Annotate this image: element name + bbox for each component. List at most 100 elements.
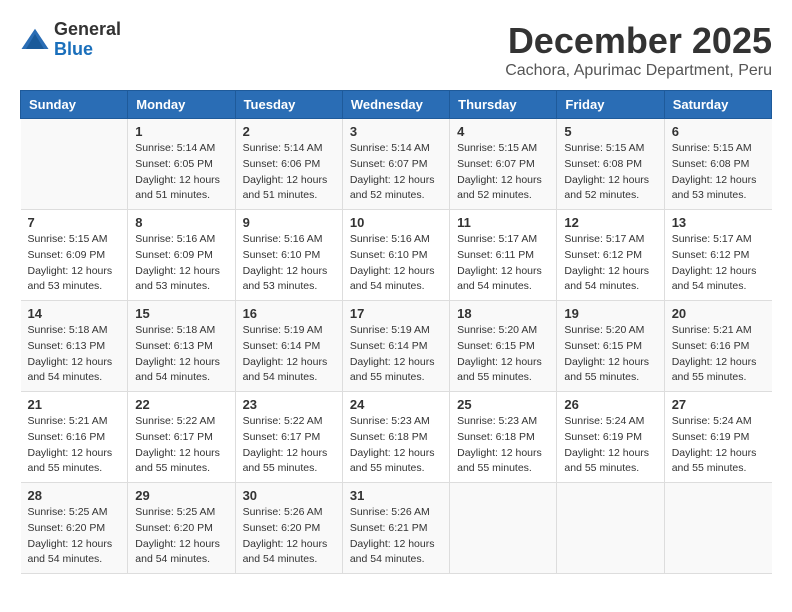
day-number: 5 bbox=[564, 124, 656, 139]
day-info: Sunrise: 5:21 AMSunset: 6:16 PMDaylight:… bbox=[28, 414, 121, 477]
calendar-cell: 25 Sunrise: 5:23 AMSunset: 6:18 PMDayligh… bbox=[450, 392, 557, 483]
calendar-body: 1Sunrise: 5:14 AMSunset: 6:05 PMDaylight… bbox=[21, 119, 772, 574]
day-info: Sunrise: 5:15 AMSunset: 6:09 PMDaylight:… bbox=[28, 232, 121, 295]
calendar-cell: 1Sunrise: 5:14 AMSunset: 6:05 PMDaylight… bbox=[128, 119, 235, 210]
day-info: Sunrise: 5:15 AMSunset: 6:08 PMDaylight:… bbox=[672, 141, 765, 204]
day-info: Sunrise: 5:20 AMSunset: 6:15 PMDaylight:… bbox=[457, 323, 549, 386]
calendar-cell: 16Sunrise: 5:19 AMSunset: 6:14 PMDayligh… bbox=[235, 301, 342, 392]
day-number: 21 bbox=[28, 397, 121, 412]
calendar-cell: 19Sunrise: 5:20 AMSunset: 6:15 PMDayligh… bbox=[557, 301, 664, 392]
calendar-week-1: 1Sunrise: 5:14 AMSunset: 6:05 PMDaylight… bbox=[21, 119, 772, 210]
calendar-cell: 17 Sunrise: 5:19 AMSunset: 6:14 PMDayligh… bbox=[342, 301, 449, 392]
calendar-cell: 7Sunrise: 5:15 AMSunset: 6:09 PMDaylight… bbox=[21, 210, 128, 301]
calendar-cell: 29 Sunrise: 5:25 AMSunset: 6:20 PMDayligh… bbox=[128, 483, 235, 574]
day-number: 26 bbox=[564, 397, 656, 412]
calendar-cell: 18Sunrise: 5:20 AMSunset: 6:15 PMDayligh… bbox=[450, 301, 557, 392]
calendar-cell: 4 Sunrise: 5:15 AMSunset: 6:07 PMDaylight… bbox=[450, 119, 557, 210]
day-number: 4 bbox=[457, 124, 549, 139]
day-info: Sunrise: 5:24 AMSunset: 6:19 PMDaylight:… bbox=[564, 414, 656, 477]
calendar-cell bbox=[557, 483, 664, 574]
col-thursday: Thursday bbox=[450, 91, 557, 119]
day-number: 22 bbox=[135, 397, 227, 412]
title-area: December 2025 Cachora, Apurimac Departme… bbox=[505, 20, 772, 80]
month-title: December 2025 bbox=[505, 20, 772, 62]
header: General Blue December 2025 Cachora, Apur… bbox=[20, 20, 772, 80]
day-info: Sunrise: 5:17 AMSunset: 6:12 PMDaylight:… bbox=[672, 232, 765, 295]
day-info: Sunrise: 5:21 AMSunset: 6:16 PMDaylight:… bbox=[672, 323, 765, 386]
day-number: 2 bbox=[243, 124, 335, 139]
calendar-cell: 9Sunrise: 5:16 AMSunset: 6:10 PMDaylight… bbox=[235, 210, 342, 301]
calendar-cell: 15Sunrise: 5:18 AMSunset: 6:13 PMDayligh… bbox=[128, 301, 235, 392]
day-info: Sunrise: 5:18 AMSunset: 6:13 PMDaylight:… bbox=[28, 323, 121, 386]
logo: General Blue bbox=[20, 20, 121, 60]
calendar-week-2: 7Sunrise: 5:15 AMSunset: 6:09 PMDaylight… bbox=[21, 210, 772, 301]
calendar-table: Sunday Monday Tuesday Wednesday Thursday… bbox=[20, 90, 772, 574]
calendar-cell: 31Sunrise: 5:26 AMSunset: 6:21 PMDayligh… bbox=[342, 483, 449, 574]
day-number: 3 bbox=[350, 124, 442, 139]
day-info: Sunrise: 5:22 AMSunset: 6:17 PMDaylight:… bbox=[243, 414, 335, 477]
day-info: Sunrise: 5:15 AMSunset: 6:08 PMDaylight:… bbox=[564, 141, 656, 204]
calendar-cell: 11 Sunrise: 5:17 AMSunset: 6:11 PMDayligh… bbox=[450, 210, 557, 301]
header-row: Sunday Monday Tuesday Wednesday Thursday… bbox=[21, 91, 772, 119]
col-friday: Friday bbox=[557, 91, 664, 119]
day-info: Sunrise: 5:20 AMSunset: 6:15 PMDaylight:… bbox=[564, 323, 656, 386]
col-tuesday: Tuesday bbox=[235, 91, 342, 119]
calendar-cell: 26 Sunrise: 5:24 AMSunset: 6:19 PMDayligh… bbox=[557, 392, 664, 483]
day-number: 20 bbox=[672, 306, 765, 321]
col-wednesday: Wednesday bbox=[342, 91, 449, 119]
calendar-cell: 13 Sunrise: 5:17 AMSunset: 6:12 PMDayligh… bbox=[664, 210, 771, 301]
day-info: Sunrise: 5:17 AMSunset: 6:11 PMDaylight:… bbox=[457, 232, 549, 295]
day-info: Sunrise: 5:14 AMSunset: 6:05 PMDaylight:… bbox=[135, 141, 227, 204]
calendar-cell: 28Sunrise: 5:25 AMSunset: 6:20 PMDayligh… bbox=[21, 483, 128, 574]
day-number: 9 bbox=[243, 215, 335, 230]
calendar-week-5: 28 Sunrise: 5:25 AMSunset: 6:20 PMDayligh… bbox=[21, 483, 772, 574]
day-info: Sunrise: 5:15 AMSunset: 6:07 PMDaylight:… bbox=[457, 141, 549, 204]
calendar-cell bbox=[450, 483, 557, 574]
day-info: Sunrise: 5:19 AMSunset: 6:14 PMDaylight:… bbox=[350, 323, 442, 386]
day-number: 30 bbox=[243, 488, 335, 503]
calendar-cell: 12 Sunrise: 5:17 AMSunset: 6:12 PMDayligh… bbox=[557, 210, 664, 301]
day-number: 28 bbox=[28, 488, 121, 503]
day-info: Sunrise: 5:14 AMSunset: 6:07 PMDaylight:… bbox=[350, 141, 442, 204]
day-number: 10 bbox=[350, 215, 442, 230]
day-number: 14 bbox=[28, 306, 121, 321]
calendar-cell: 24Sunrise: 5:23 AMSunset: 6:18 PMDayligh… bbox=[342, 392, 449, 483]
day-number: 11 bbox=[457, 215, 549, 230]
logo-icon bbox=[20, 25, 50, 55]
day-info: Sunrise: 5:25 AMSunset: 6:20 PMDaylight:… bbox=[135, 505, 227, 568]
day-info: Sunrise: 5:23 AMSunset: 6:18 PMDaylight:… bbox=[457, 414, 549, 477]
col-monday: Monday bbox=[128, 91, 235, 119]
day-number: 17 bbox=[350, 306, 442, 321]
day-info: Sunrise: 5:14 AMSunset: 6:06 PMDaylight:… bbox=[243, 141, 335, 204]
calendar-cell: 14 Sunrise: 5:18 AMSunset: 6:13 PMDayligh… bbox=[21, 301, 128, 392]
logo-general: General bbox=[54, 20, 121, 40]
calendar-cell: 6 Sunrise: 5:15 AMSunset: 6:08 PMDaylight… bbox=[664, 119, 771, 210]
calendar-cell: 5 Sunrise: 5:15 AMSunset: 6:08 PMDaylight… bbox=[557, 119, 664, 210]
day-info: Sunrise: 5:17 AMSunset: 6:12 PMDaylight:… bbox=[564, 232, 656, 295]
day-number: 12 bbox=[564, 215, 656, 230]
calendar-cell: 10 Sunrise: 5:16 AMSunset: 6:10 PMDayligh… bbox=[342, 210, 449, 301]
day-number: 31 bbox=[350, 488, 442, 503]
col-saturday: Saturday bbox=[664, 91, 771, 119]
day-info: Sunrise: 5:22 AMSunset: 6:17 PMDaylight:… bbox=[135, 414, 227, 477]
day-info: Sunrise: 5:19 AMSunset: 6:14 PMDaylight:… bbox=[243, 323, 335, 386]
day-info: Sunrise: 5:16 AMSunset: 6:10 PMDaylight:… bbox=[350, 232, 442, 295]
calendar-cell: 27Sunrise: 5:24 AMSunset: 6:19 PMDayligh… bbox=[664, 392, 771, 483]
calendar-cell: 2 Sunrise: 5:14 AMSunset: 6:06 PMDaylight… bbox=[235, 119, 342, 210]
day-number: 6 bbox=[672, 124, 765, 139]
calendar-cell: 22 Sunrise: 5:22 AMSunset: 6:17 PMDayligh… bbox=[128, 392, 235, 483]
day-number: 8 bbox=[135, 215, 227, 230]
calendar-cell: 3 Sunrise: 5:14 AMSunset: 6:07 PMDaylight… bbox=[342, 119, 449, 210]
day-number: 13 bbox=[672, 215, 765, 230]
calendar-cell: 30Sunrise: 5:26 AMSunset: 6:20 PMDayligh… bbox=[235, 483, 342, 574]
col-sunday: Sunday bbox=[21, 91, 128, 119]
calendar-week-3: 14 Sunrise: 5:18 AMSunset: 6:13 PMDayligh… bbox=[21, 301, 772, 392]
day-number: 29 bbox=[135, 488, 227, 503]
calendar-cell bbox=[664, 483, 771, 574]
day-number: 25 bbox=[457, 397, 549, 412]
calendar-header: Sunday Monday Tuesday Wednesday Thursday… bbox=[21, 91, 772, 119]
calendar-cell: 23 Sunrise: 5:22 AMSunset: 6:17 PMDayligh… bbox=[235, 392, 342, 483]
day-number: 23 bbox=[243, 397, 335, 412]
day-number: 15 bbox=[135, 306, 227, 321]
subtitle: Cachora, Apurimac Department, Peru bbox=[505, 62, 772, 80]
